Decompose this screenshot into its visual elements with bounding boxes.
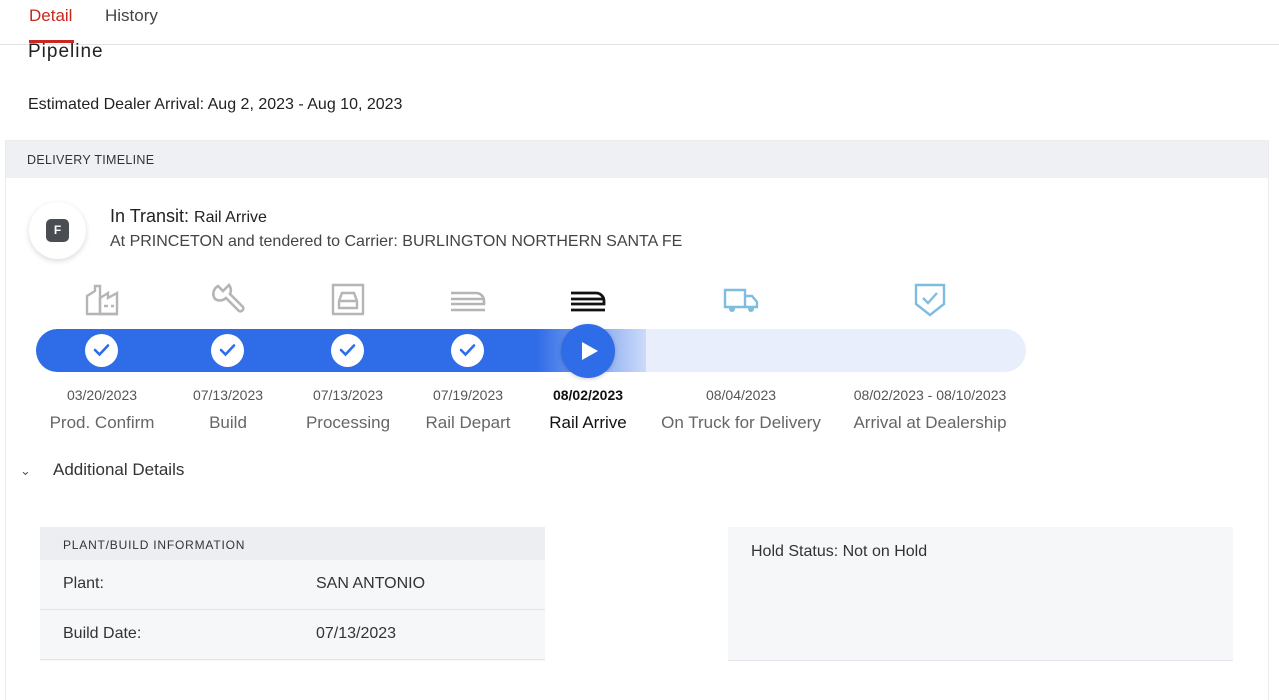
plant-build-info-header: PLANT/BUILD INFORMATION — [40, 527, 545, 560]
step-label: Processing — [305, 413, 391, 432]
info-value: SAN ANTONIO — [316, 575, 426, 592]
info-row: Plant: SAN ANTONIO — [40, 560, 545, 610]
shield-check-icon — [914, 283, 946, 317]
plant-build-info-panel: PLANT/BUILD INFORMATION Plant: SAN ANTON… — [40, 527, 545, 661]
hold-status-panel: Hold Status: Not on Hold — [728, 527, 1233, 661]
page-title: Pipeline — [28, 41, 104, 62]
additional-details-toggle[interactable]: Additional Details — [53, 460, 184, 480]
info-row: Build Date: 07/13/2023 — [40, 610, 545, 660]
step-date: 03/20/2023 — [66, 387, 138, 403]
status-detail: At PRINCETON and tendered to Carrier: BU… — [110, 233, 683, 250]
tab-bar: Detail History — [0, 0, 1279, 45]
info-key: Plant: — [63, 575, 104, 592]
status-badge: F — [46, 219, 69, 242]
truck-icon — [723, 288, 759, 312]
step-complete-check — [211, 334, 244, 367]
step-date: 08/02/2023 - 08/10/2023 — [853, 387, 1007, 403]
step-date-current: 08/02/2023 — [552, 387, 624, 403]
step-label: Arrival at Dealership — [853, 413, 1007, 432]
train-icon — [451, 291, 486, 312]
step-date: 07/13/2023 — [312, 387, 384, 403]
step-label: Build — [209, 413, 247, 432]
card-header-label: DELIVERY TIMELINE — [27, 153, 155, 167]
estimated-arrival: Estimated Dealer Arrival: Aug 2, 2023 - … — [28, 96, 403, 113]
status-title: In Transit: Rail Arrive — [110, 206, 267, 227]
step-complete-check — [85, 334, 118, 367]
step-label: Rail Depart — [425, 413, 511, 432]
current-step-play-icon — [561, 324, 615, 378]
step-complete-check — [331, 334, 364, 367]
step-date: 07/13/2023 — [192, 387, 264, 403]
chevron-down-icon[interactable]: ⌄ — [20, 463, 31, 479]
car-garage-icon — [331, 283, 365, 316]
info-key: Build Date: — [63, 625, 142, 642]
status-value: Rail Arrive — [194, 209, 267, 226]
step-complete-check — [451, 334, 484, 367]
info-value: 07/13/2023 — [316, 625, 397, 642]
status-badge-circle: F — [29, 202, 86, 259]
hold-status: Hold Status: Not on Hold — [751, 543, 928, 560]
step-date: 07/19/2023 — [432, 387, 504, 403]
tab-history[interactable]: History — [105, 6, 158, 26]
card-header: DELIVERY TIMELINE — [6, 141, 1268, 178]
wrench-icon — [212, 283, 245, 313]
tab-detail[interactable]: Detail — [29, 6, 72, 26]
plant-build-info-title: PLANT/BUILD INFORMATION — [63, 538, 246, 552]
factory-icon — [85, 284, 119, 316]
step-label-current: Rail Arrive — [549, 413, 627, 432]
status-prefix: In Transit: — [110, 206, 190, 226]
step-date: 08/04/2023 — [705, 387, 777, 403]
step-label: On Truck for Delivery — [661, 413, 821, 432]
train-icon-current — [571, 291, 606, 312]
step-label: Prod. Confirm — [49, 413, 155, 432]
